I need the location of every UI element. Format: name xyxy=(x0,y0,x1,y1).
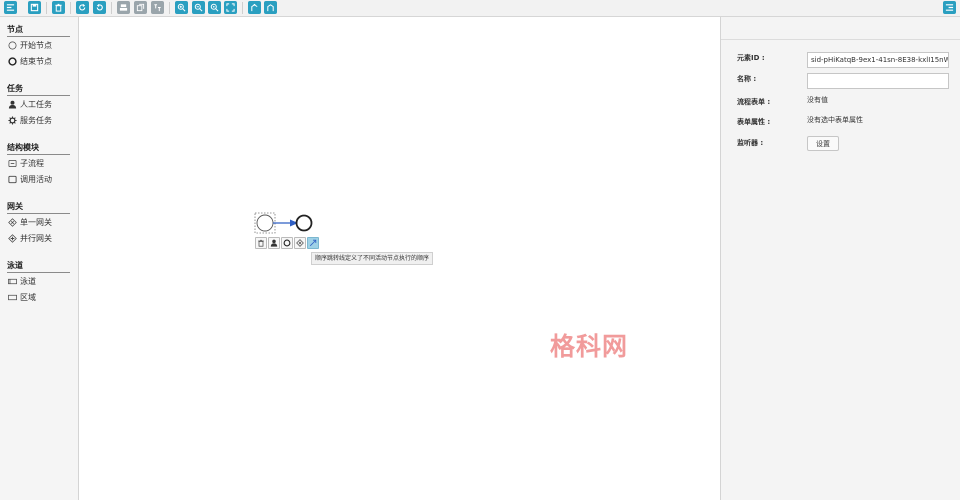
listener-label: 监听器 : xyxy=(737,139,764,147)
redo-icon[interactable] xyxy=(76,1,89,14)
pool-icon xyxy=(8,278,17,284)
form-value[interactable]: 没有值 xyxy=(807,95,828,105)
gear-icon xyxy=(8,115,17,125)
call-activity-icon xyxy=(8,175,17,183)
form-attributes-label: 表单属性 : xyxy=(737,118,771,126)
palette-group-title: 结构模块 xyxy=(7,143,70,155)
lane-icon xyxy=(8,294,17,300)
user-icon xyxy=(8,100,17,109)
palette-item-label: 人工任务 xyxy=(20,99,52,109)
tooltip: 顺序跳转线定义了不同活动节点执行的顺序 xyxy=(311,252,434,265)
palette-group-title: 节点 xyxy=(7,25,70,37)
palette-item-label: 调用活动 xyxy=(20,174,52,184)
listener-settings-button[interactable]: 设置 xyxy=(807,136,839,151)
align-icon[interactable] xyxy=(117,1,130,14)
form-attributes-value[interactable]: 没有选中表单属性 xyxy=(807,115,863,125)
palette-item-exclusive-gateway[interactable]: 单一网关 xyxy=(8,216,52,228)
palette-item-service-task[interactable]: 服务任务 xyxy=(8,114,52,126)
circle-thick-icon xyxy=(8,56,17,66)
copy-icon[interactable] xyxy=(134,1,147,14)
subprocess-icon xyxy=(8,159,17,167)
properties-header xyxy=(721,17,960,40)
name-label: 名称 : xyxy=(737,75,757,83)
palette-group-title: 网关 xyxy=(7,202,70,214)
palette-item-subprocess[interactable]: 子流程 xyxy=(8,157,44,169)
undo-icon[interactable] xyxy=(93,1,106,14)
zoom-in-icon[interactable] xyxy=(175,1,188,14)
zoom-out-icon[interactable] xyxy=(192,1,205,14)
palette-item-label: 开始节点 xyxy=(20,40,52,50)
palette-item-label: 并行网关 xyxy=(20,233,52,243)
parallel-gateway-icon xyxy=(8,233,17,243)
element-id-label: 元素ID : xyxy=(737,54,765,62)
delete-icon[interactable] xyxy=(255,237,267,249)
expand-palette-icon[interactable] xyxy=(4,1,17,14)
context-pad xyxy=(255,237,320,250)
collapse-properties-icon[interactable] xyxy=(943,1,956,14)
name-field[interactable] xyxy=(807,73,949,89)
user-task-icon[interactable] xyxy=(268,237,280,249)
palette-item-label: 结束节点 xyxy=(20,56,52,66)
watermark: 格科网 xyxy=(550,332,629,361)
bend-add-icon[interactable] xyxy=(248,1,261,14)
palette-item-pool[interactable]: 泳道 xyxy=(8,275,36,287)
palette-item-label: 子流程 xyxy=(20,158,44,168)
palette-group-title: 任务 xyxy=(7,84,70,96)
zoom-actual-icon[interactable] xyxy=(208,1,221,14)
toolbar xyxy=(0,0,960,17)
shape-palette: 节点 开始节点 结束节点 任务 人工任务 服务任务 结构模块 子流程 调用活动 … xyxy=(0,17,79,500)
delete-icon[interactable] xyxy=(52,1,65,14)
palette-item-end-event[interactable]: 结束节点 xyxy=(8,55,52,67)
palette-item-label: 单一网关 xyxy=(20,217,52,227)
bend-remove-icon[interactable] xyxy=(264,1,277,14)
properties-panel: 元素ID : sid-pHiKatqB-9ex1-41sn-8E38-kxlI1… xyxy=(720,17,960,500)
form-label: 流程表单 : xyxy=(737,98,771,106)
palette-item-start-event[interactable]: 开始节点 xyxy=(8,39,52,51)
palette-item-label: 泳道 xyxy=(20,276,36,286)
palette-item-parallel-gateway[interactable]: 并行网关 xyxy=(8,232,52,244)
paste-icon[interactable] xyxy=(151,1,164,14)
element-id-field[interactable]: sid-pHiKatqB-9ex1-41sn-8E38-kxlI15nWfI xyxy=(807,52,949,68)
save-icon[interactable] xyxy=(28,1,41,14)
palette-group-title: 泳道 xyxy=(7,261,70,273)
palette-item-label: 服务任务 xyxy=(20,115,52,125)
palette-item-user-task[interactable]: 人工任务 xyxy=(8,98,52,110)
circle-thin-icon xyxy=(8,41,17,49)
end-event-icon[interactable] xyxy=(281,237,293,249)
connect-icon[interactable] xyxy=(307,237,319,249)
palette-item-call-activity[interactable]: 调用活动 xyxy=(8,173,52,185)
palette-item-lane[interactable]: 区域 xyxy=(8,291,36,303)
zoom-fit-icon[interactable] xyxy=(224,1,237,14)
gateway-icon[interactable] xyxy=(294,237,306,249)
palette-item-label: 区域 xyxy=(20,292,36,302)
exclusive-gateway-icon xyxy=(8,217,17,227)
